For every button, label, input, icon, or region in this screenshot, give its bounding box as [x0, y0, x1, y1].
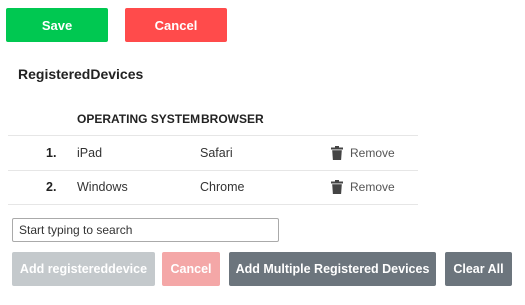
add-registereddevice-button[interactable]: Add registereddevice	[12, 252, 155, 286]
table-divider	[8, 204, 418, 205]
save-button[interactable]: Save	[6, 8, 108, 42]
row-index: 2.	[46, 180, 57, 194]
remove-button[interactable]: Remove	[331, 136, 395, 170]
browser-cell: Chrome	[200, 180, 245, 194]
remove-label: Remove	[350, 146, 395, 160]
column-header-browser: BROWSER	[201, 112, 264, 126]
table-row: 1. iPad Safari Remove	[8, 136, 418, 170]
browser-cell: Safari	[200, 146, 233, 160]
cancel-button[interactable]: Cancel	[125, 8, 227, 42]
operating-system-cell: Windows	[77, 180, 128, 194]
operating-system-cell: iPad	[77, 146, 103, 160]
search-input[interactable]	[12, 218, 279, 242]
remove-label: Remove	[350, 180, 395, 194]
trash-icon	[331, 180, 343, 194]
table-row: 2. Windows Chrome Remove	[8, 170, 418, 204]
cancel-add-button[interactable]: Cancel	[162, 252, 220, 286]
remove-button[interactable]: Remove	[331, 170, 395, 204]
section-title: RegisteredDevices	[18, 66, 144, 82]
column-header-operating-system: OPERATING SYSTEM	[77, 112, 201, 126]
row-index: 1.	[46, 146, 57, 160]
trash-icon	[331, 146, 343, 160]
add-multiple-devices-button[interactable]: Add Multiple Registered Devices	[229, 252, 436, 286]
clear-all-button[interactable]: Clear All	[445, 252, 512, 286]
